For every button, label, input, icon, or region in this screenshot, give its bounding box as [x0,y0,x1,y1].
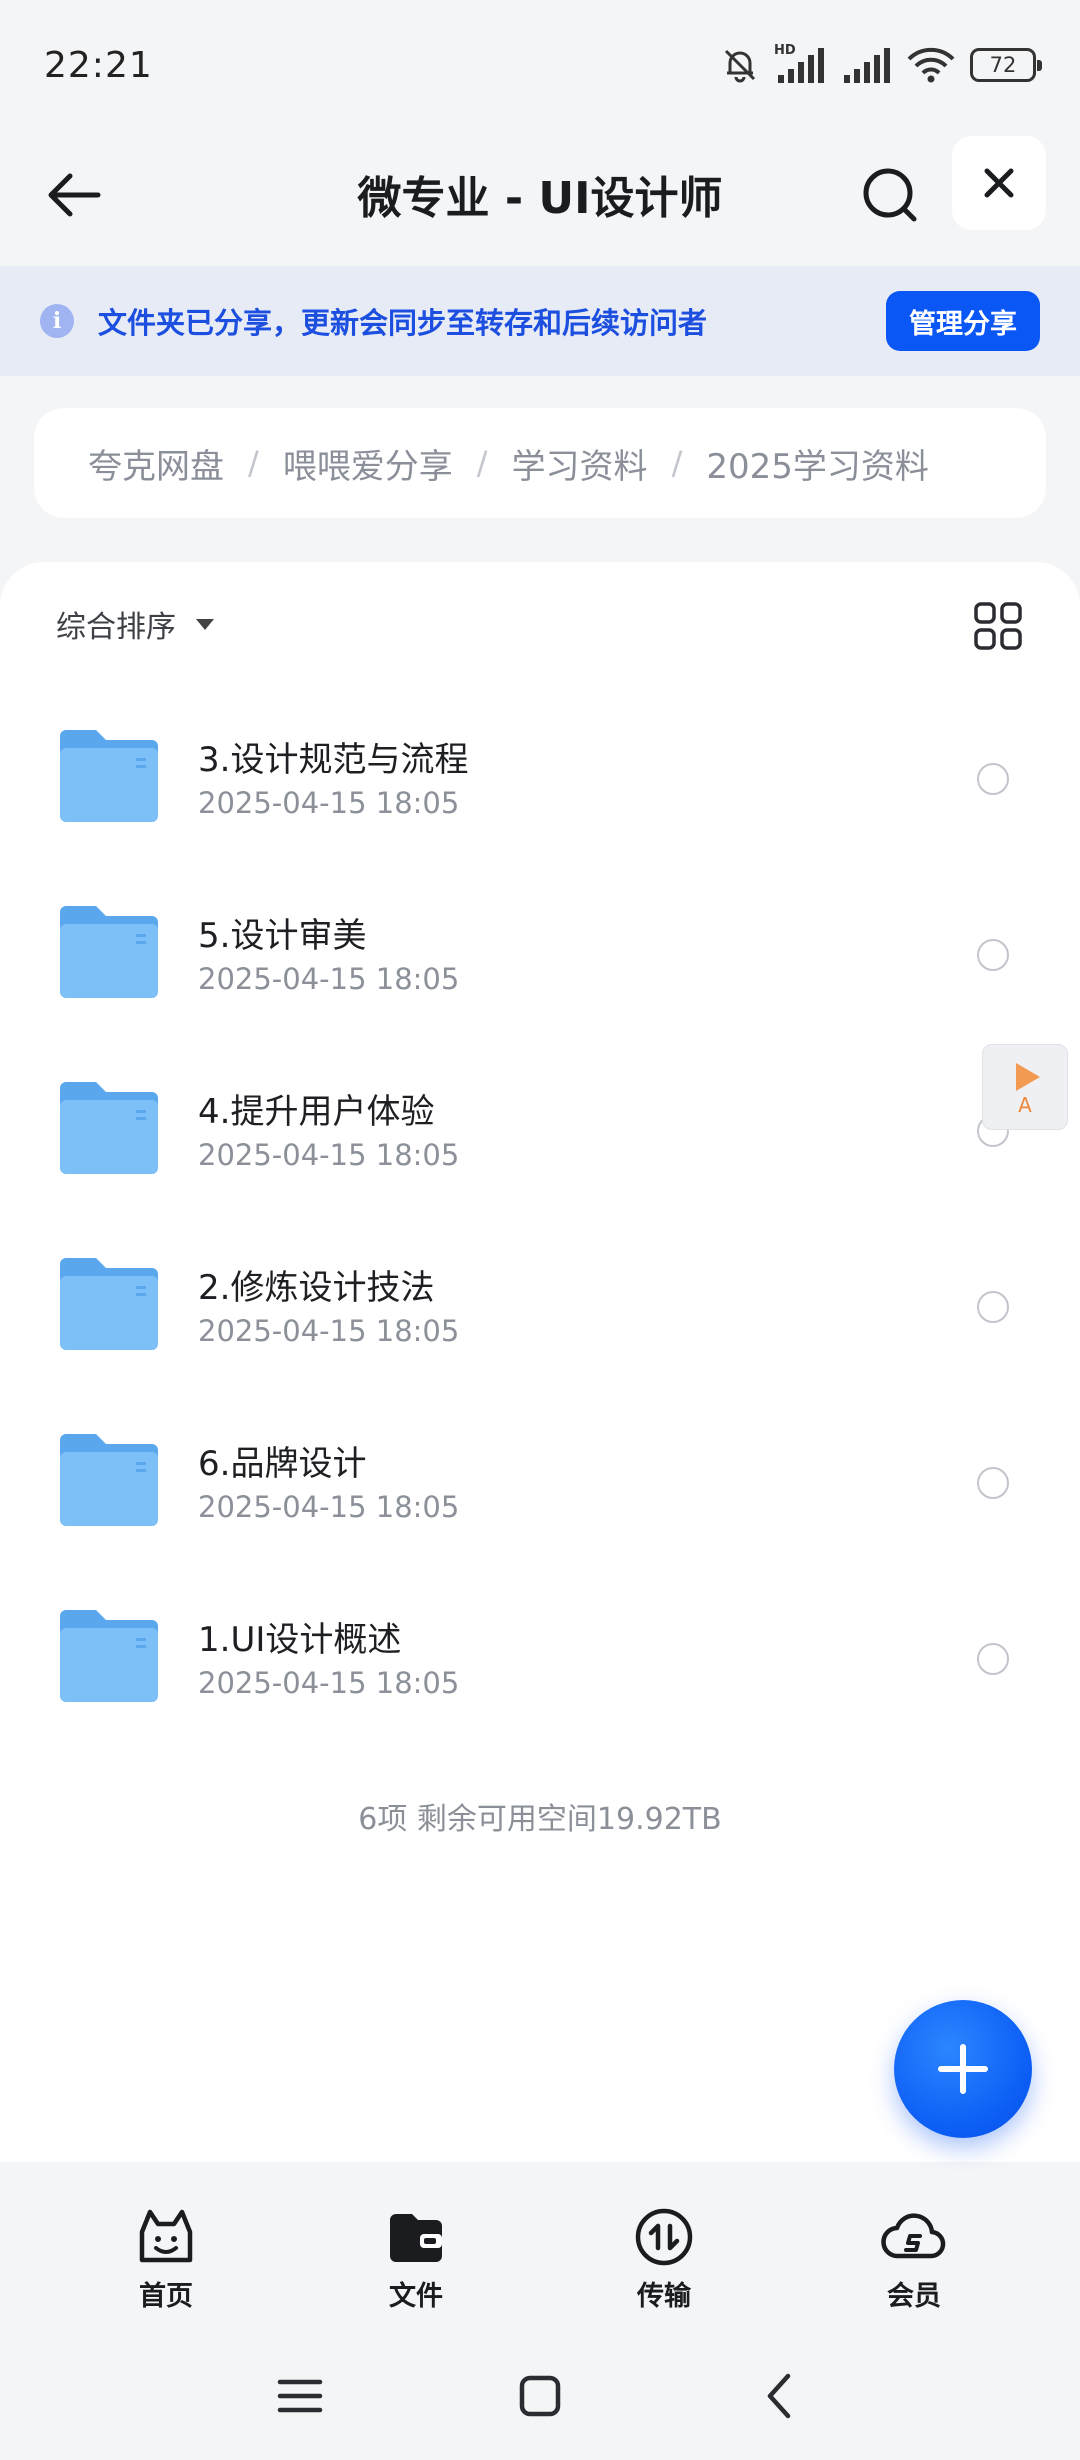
transfer-arrows-icon [635,2208,693,2266]
signal-icon [844,48,890,83]
file-date: 2025-04-15 18:05 [198,1314,460,1348]
breadcrumb-item[interactable]: 学习资料 [512,439,648,488]
tab-home[interactable]: 首页 [96,2206,236,2316]
close-icon [984,168,1014,198]
battery-level: 72 [989,53,1017,77]
status-bar: 22:21 HD 72 [0,0,1080,130]
home-square-icon[interactable] [510,2366,570,2426]
file-name: 1.UI设计概述 [198,1620,402,1660]
back-chevron-icon[interactable] [750,2366,810,2426]
share-banner-text: 文件夹已分享，更新会同步至转存和后续访问者 [98,306,708,340]
file-row[interactable]: 5.设计审美 2025-04-15 18:05 [0,866,1080,1042]
file-row[interactable]: 4.提升用户体验 2025-04-15 18:05 [0,1042,1080,1218]
share-banner: i 文件夹已分享，更新会同步至转存和后续访问者 管理分享 [0,266,1080,376]
file-name: 2.修炼设计技法 [198,1268,435,1308]
info-icon: i [40,304,74,338]
file-panel: 综合排序 3.设计规范与流程 2025-04-15 18:05 5.设计审美 2… [0,562,1080,2162]
tab-label: 会员 [887,2281,941,2312]
file-name: 6.品牌设计 [198,1444,367,1484]
breadcrumb-separator: / [671,444,683,482]
tab-vip[interactable]: 会员 [844,2206,984,2316]
caret-down-icon [196,618,214,630]
file-name: 4.提升用户体验 [198,1092,435,1132]
system-nav-bar [0,2330,1080,2460]
file-date: 2025-04-15 18:05 [198,1666,460,1700]
add-button[interactable] [894,2000,1032,2138]
storage-summary: 6项 剩余可用空间19.92TB [358,1802,722,1837]
sort-dropdown[interactable]: 综合排序 [56,602,214,646]
folder-icon [60,730,158,822]
close-button[interactable] [952,136,1046,230]
search-icon[interactable] [850,155,930,235]
file-list: 3.设计规范与流程 2025-04-15 18:05 5.设计审美 2025-0… [0,690,1080,1746]
file-row[interactable]: 2.修炼设计技法 2025-04-15 18:05 [0,1218,1080,1394]
select-radio[interactable] [977,1467,1009,1499]
bell-muted-icon [724,49,756,83]
file-row[interactable]: 3.设计规范与流程 2025-04-15 18:05 [0,690,1080,866]
folder-icon [60,1434,158,1526]
folder-wallet-icon [390,2214,442,2262]
floating-tool-label: A [1018,1093,1032,1117]
file-date: 2025-04-15 18:05 [198,962,460,996]
file-name: 3.设计规范与流程 [198,740,469,780]
breadcrumb-separator: / [476,444,488,482]
wifi-icon [907,47,955,83]
tab-label: 传输 [637,2281,691,2312]
file-date: 2025-04-15 18:05 [198,1490,460,1524]
cloud-vip-icon [881,2213,946,2259]
file-date: 2025-04-15 18:05 [198,786,460,820]
file-row[interactable]: 1.UI设计概述 2025-04-15 18:05 [0,1570,1080,1746]
breadcrumb-item[interactable]: 夸克网盘 [88,439,224,488]
sort-label: 综合排序 [56,610,176,645]
tab-files[interactable]: 文件 [346,2206,486,2316]
folder-icon [60,1082,158,1174]
folder-icon [60,906,158,998]
battery-icon: 72 [970,48,1042,82]
select-radio[interactable] [977,939,1009,971]
folder-icon [60,1610,158,1702]
plus-icon [938,2044,988,2094]
tab-transfer[interactable]: 传输 [594,2206,734,2316]
breadcrumb-item[interactable]: 喂喂爱分享 [283,439,453,488]
nav-bar: 微专业 - UI设计师 [0,130,1080,265]
select-radio[interactable] [977,1291,1009,1323]
bottom-tab-bar: 首页 文件 传输 会员 [0,2170,1080,2320]
folder-icon [60,1258,158,1350]
menu-icon[interactable] [270,2366,330,2426]
floating-tool-button[interactable]: A [982,1044,1068,1130]
select-radio[interactable] [977,1643,1009,1675]
file-name: 5.设计审美 [198,916,367,956]
breadcrumb-item[interactable]: 2025学习资料 [706,439,929,488]
breadcrumb-separator: / [248,444,259,482]
file-row[interactable]: 6.品牌设计 2025-04-15 18:05 [0,1394,1080,1570]
tab-label: 首页 [139,2281,193,2312]
signal-hd-icon: HD [774,43,826,85]
select-radio[interactable] [977,763,1009,795]
status-time: 22:21 [44,44,153,86]
tab-label: 文件 [389,2281,443,2312]
grid-view-icon[interactable] [972,600,1024,652]
breadcrumb: 夸克网盘 / 喂喂爱分享 / 学习资料 / 2025学习资料 [34,408,1046,518]
file-date: 2025-04-15 18:05 [198,1138,460,1172]
status-icons: HD 72 [720,43,1042,85]
manage-share-button[interactable]: 管理分享 [886,291,1040,351]
smile-face-icon [139,2209,193,2263]
